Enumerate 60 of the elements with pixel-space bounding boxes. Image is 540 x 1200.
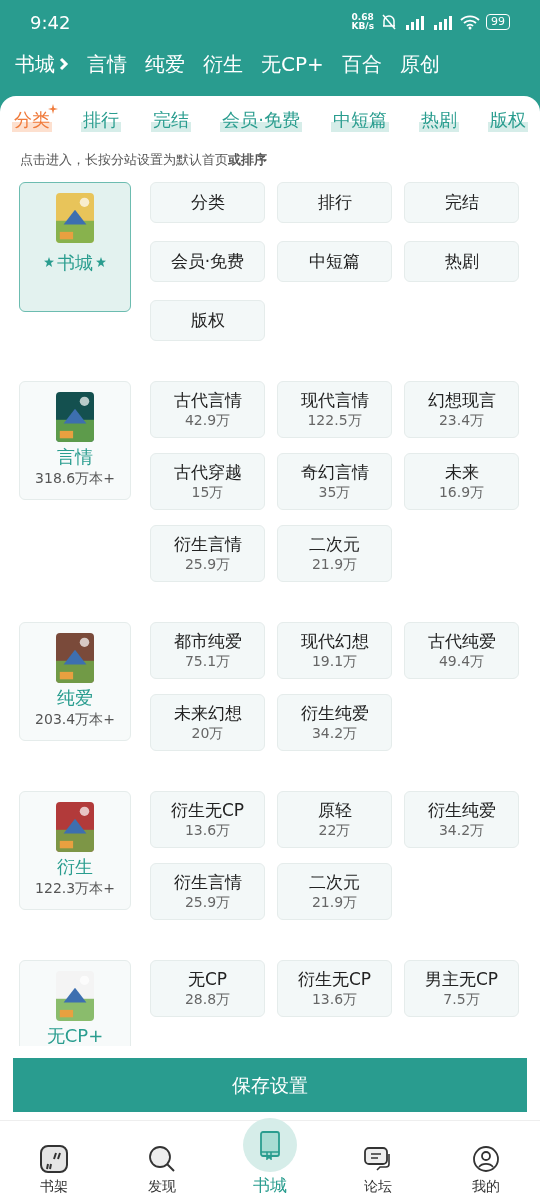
site-title: 纯爱 [57, 686, 93, 709]
subcategory-tile[interactable]: 分类 [150, 181, 265, 223]
site-book-count: 318.6万本+ [35, 468, 115, 488]
subcategory-tile[interactable]: 版权 [150, 299, 265, 341]
muted-bell-icon [380, 13, 398, 31]
site-book-count: 203.4万本+ [35, 709, 115, 729]
subcategory-tile[interactable]: 衍生言情 25.9万 [150, 862, 265, 920]
nav-item[interactable]: 发现 [108, 1144, 216, 1196]
bookshelf-icon [39, 1144, 69, 1174]
subcategory-tile[interactable]: 排行 [277, 181, 392, 223]
site-card[interactable]: 纯爱 203.4万本+ [19, 621, 131, 741]
subcategory-tile[interactable]: 中短篇 [277, 240, 392, 282]
battery-indicator: 99 [486, 14, 510, 30]
nav-item[interactable]: 我的 [432, 1144, 540, 1196]
status-time: 9:42 [30, 10, 71, 35]
chevron-right-icon [59, 57, 69, 71]
site-title: 无CP+ [46, 1024, 104, 1046]
subcategory-tile[interactable]: 未来 16.9万 [404, 452, 519, 510]
subcategory-tile[interactable]: 奇幻言情 35万 [277, 452, 392, 510]
subcategory-tile[interactable]: 二次元 21.9万 [277, 524, 392, 582]
subcategory-tile[interactable]: 古代纯爱 49.4万 [404, 621, 519, 679]
user-icon [471, 1144, 501, 1174]
star-icon [96, 257, 106, 267]
subcategory-tile[interactable]: 现代幻想 19.1万 [277, 621, 392, 679]
signal-icon [404, 14, 426, 30]
subcategory-tile[interactable]: 现代言情 122.5万 [277, 380, 392, 438]
network-speed: 0.68 [351, 13, 374, 22]
site-title: 书城 [57, 250, 93, 275]
subcategory-tile[interactable]: 男主无CP 7.5万 [404, 959, 519, 1017]
site-book-count: 122.3万本+ [35, 878, 115, 898]
search-icon [147, 1144, 177, 1174]
subcategory-tile[interactable]: 热剧 [404, 240, 519, 282]
site-card[interactable]: 言情 318.6万本+ [19, 380, 131, 500]
subcategory-tile[interactable]: 二次元 21.9万 [277, 862, 392, 920]
subcategory-tile[interactable]: 衍生纯爱 34.2万 [404, 790, 519, 848]
subcategory-tile[interactable]: 衍生无CP 13.6万 [150, 790, 265, 848]
subcategory-tile[interactable]: 古代穿越 15万 [150, 452, 265, 510]
subcategory-tile[interactable]: 原轻 22万 [277, 790, 392, 848]
subcategory-tile[interactable]: 衍生言情 25.9万 [150, 524, 265, 582]
wifi-icon [460, 14, 480, 30]
site-card[interactable]: 衍生 122.3万本+ [19, 790, 131, 910]
subcategory-tile[interactable]: 未来幻想 20万 [150, 693, 265, 751]
site-title: 衍生 [57, 855, 93, 878]
star-icon [44, 257, 54, 267]
site-title: 言情 [57, 445, 93, 468]
nav-item[interactable]: 论坛 [324, 1144, 432, 1196]
signal-icon [432, 14, 454, 30]
subcategory-tile[interactable]: 会员·免费 [150, 240, 265, 282]
network-speed-unit: KB/s [351, 22, 374, 31]
subcategory-tile[interactable]: 衍生无CP 13.6万 [277, 959, 392, 1017]
subcategory-tile[interactable]: 都市纯爱 75.1万 [150, 621, 265, 679]
book-icon [258, 1130, 282, 1160]
subcategory-tile[interactable]: 完结 [404, 181, 519, 223]
subcategory-tile[interactable]: 衍生纯爱 34.2万 [277, 693, 392, 751]
nav-item[interactable]: 书架 [0, 1144, 108, 1196]
hint-text: 点击进入，长按分站设置为默认首页或排序 [19, 151, 268, 169]
subcategory-tile[interactable]: 古代言情 42.9万 [150, 380, 265, 438]
subcategory-tile[interactable]: 无CP 28.8万 [150, 959, 265, 1017]
sparkle-icon [48, 103, 58, 114]
subcategory-tile[interactable]: 幻想现言 23.4万 [404, 380, 519, 438]
